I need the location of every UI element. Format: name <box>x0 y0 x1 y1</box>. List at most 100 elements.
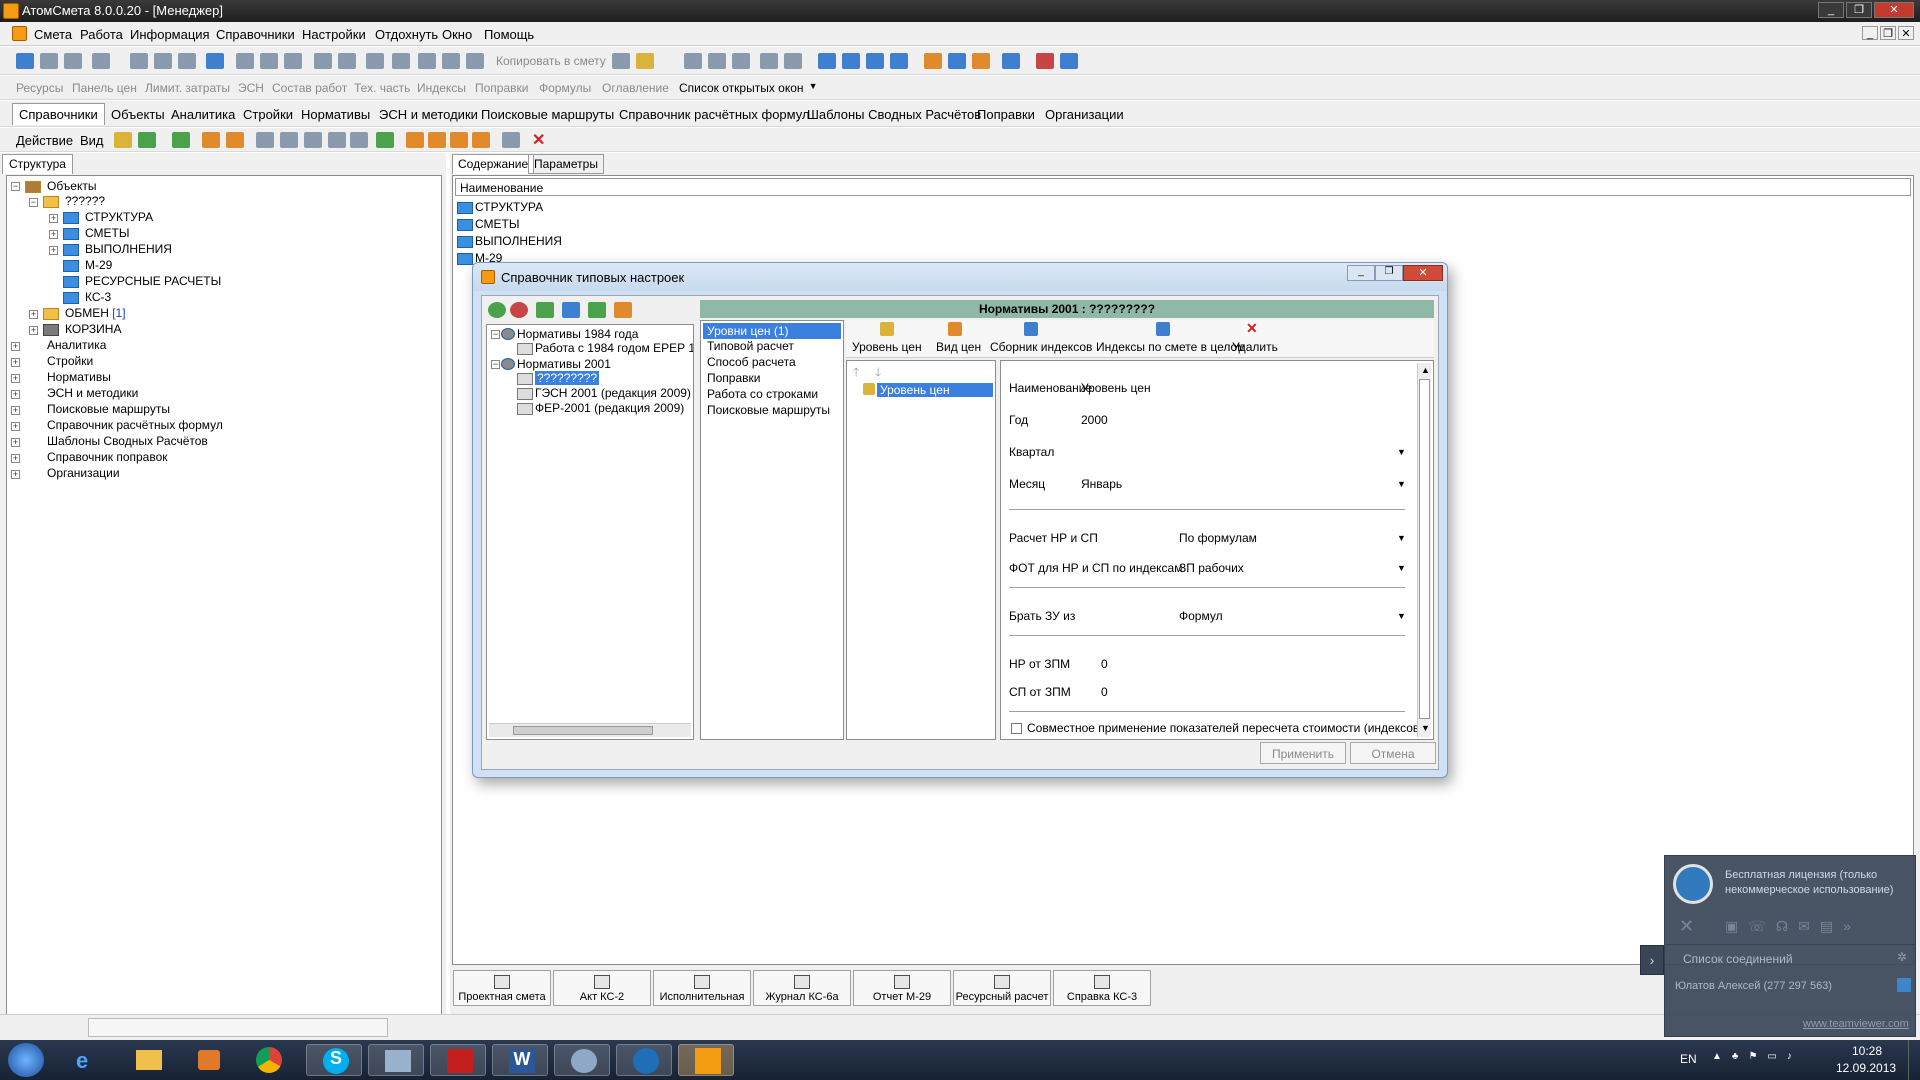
expand-icon[interactable]: + <box>11 342 20 351</box>
btn-panel-tsen[interactable]: Панель цен <box>72 81 137 95</box>
show-desktop-button[interactable] <box>1908 1040 1920 1080</box>
expand-icon[interactable]: + <box>29 326 38 335</box>
mdi-close-button[interactable]: ✕ <box>1898 26 1914 40</box>
tab-analitika[interactable]: Аналитика <box>164 103 242 125</box>
car-icon[interactable] <box>1002 53 1020 69</box>
category-popravki[interactable]: Поправки <box>707 371 760 385</box>
expand-icon[interactable]: + <box>49 230 58 239</box>
pc2-icon[interactable] <box>280 132 298 148</box>
list-item[interactable]: СМЕТЫ <box>475 217 519 231</box>
close-button[interactable]: ✕ <box>1874 2 1914 18</box>
edit-icon[interactable] <box>366 53 384 69</box>
tree-resursnye[interactable]: РЕСУРСНЫЕ РАСЧЕТЫ <box>85 274 221 288</box>
undo-icon[interactable] <box>178 53 196 69</box>
list-item[interactable]: СТРУКТУРА <box>475 200 543 214</box>
arrow-down-icon[interactable] <box>350 132 368 148</box>
close-icon[interactable]: ✕ <box>1679 916 1694 937</box>
btn-oglavlenie[interactable]: Оглавление <box>602 81 669 95</box>
tree-stroyki[interactable]: Стройки <box>47 354 93 368</box>
tree-normativy-2001[interactable]: Нормативы 2001 <box>517 357 611 371</box>
menu-nastroyki[interactable]: Настройки <box>302 27 366 42</box>
index-collection-button[interactable]: Сборник индексов <box>990 340 1092 354</box>
tree-fer[interactable]: ФЕР-2001 (редакция 2009) <box>535 401 684 415</box>
btn-formuly[interactable]: Формулы <box>539 81 591 95</box>
scroll-down-icon[interactable]: ▼ <box>1421 723 1430 733</box>
tree-objects[interactable]: Объекты <box>47 179 97 193</box>
collapse-icon[interactable]: − <box>491 330 500 339</box>
teamviewer-task-icon[interactable] <box>616 1044 672 1076</box>
expand-icon[interactable]: + <box>49 246 58 255</box>
tree-korzina[interactable]: КОРЗИНА <box>65 322 121 336</box>
prop-month-value[interactable]: Январь <box>1081 477 1122 491</box>
books-icon[interactable] <box>1060 53 1078 69</box>
skype-icon[interactable]: S <box>306 1044 362 1076</box>
funnel-icon[interactable] <box>760 53 778 69</box>
expand-icon[interactable]: + <box>11 454 20 463</box>
collapse-icon[interactable]: − <box>29 198 38 207</box>
indent-icon[interactable] <box>818 53 836 69</box>
duplicate-icon[interactable] <box>284 53 302 69</box>
ks3-icon[interactable] <box>472 132 490 148</box>
grid-icon[interactable] <box>64 53 82 69</box>
action-menu[interactable]: Действие <box>16 133 73 148</box>
tree-rabota-1984[interactable]: Работа с 1984 годом ЕРЕР 1 р <box>535 341 693 355</box>
menu-okno[interactable]: Окно <box>442 27 472 42</box>
tree-organizatsii[interactable]: Организации <box>47 466 120 480</box>
mdi-restore-button[interactable]: ❐ <box>1880 26 1896 40</box>
menu-rabota[interactable]: Работа <box>80 27 123 42</box>
hat-icon[interactable] <box>972 53 990 69</box>
refresh-tree-icon[interactable] <box>172 132 190 148</box>
cancel-button[interactable]: Отмена <box>1350 742 1436 764</box>
window-icon[interactable] <box>502 132 520 148</box>
import-icon[interactable] <box>206 53 224 69</box>
expand-icon[interactable]: + <box>11 422 20 431</box>
tab-obekty[interactable]: Объекты <box>104 103 172 125</box>
category-poisk[interactable]: Поисковые маршруты <box>707 403 830 417</box>
open-windows-dropdown[interactable]: Список открытых окон ▼ <box>679 81 818 95</box>
chevron-down-icon[interactable]: ▼ <box>1397 611 1406 621</box>
truck-icon[interactable] <box>948 53 966 69</box>
org-icon[interactable] <box>202 132 220 148</box>
btn-tekh-chast[interactable]: Тех. часть <box>354 81 410 95</box>
tab-shablony[interactable]: Шаблоны Сводных Расчётов <box>800 103 988 125</box>
bottom-tab-proektnaya[interactable]: Проектная смета <box>453 970 551 1006</box>
tree-object-unnamed[interactable]: ?????? <box>65 194 105 208</box>
calc2-icon[interactable] <box>442 53 460 69</box>
ks-icon[interactable] <box>406 132 424 148</box>
folder-new-icon[interactable] <box>138 132 156 148</box>
tab-normativy[interactable]: Нормативы <box>294 103 377 125</box>
column-header[interactable]: Наименование <box>455 178 1911 196</box>
expand-icon[interactable]: + <box>11 406 20 415</box>
menu-informatsiya[interactable]: Информация <box>130 27 210 42</box>
bottom-tab-zhurnal[interactable]: Журнал КС-6а <box>753 970 851 1006</box>
teamviewer-expand-button[interactable]: › <box>1640 945 1664 975</box>
tree-popravki[interactable]: Справочник поправок <box>47 450 168 464</box>
scrollbar-thumb[interactable] <box>513 726 653 735</box>
bottom-tab-m29[interactable]: Отчет М-29 <box>853 970 951 1006</box>
dialog-close-button[interactable]: ✕ <box>1403 265 1443 281</box>
arrow-up-icon[interactable] <box>328 132 346 148</box>
hc-icon[interactable] <box>256 132 274 148</box>
chevron-down-icon[interactable]: ▼ <box>1397 563 1406 573</box>
gear-icon[interactable]: ✲ <box>1897 950 1907 964</box>
connections-list-label[interactable]: Список соединений <box>1683 952 1793 966</box>
btn-sostav-rabot[interactable]: Состав работ <box>272 81 347 95</box>
tab-popravki[interactable]: Поправки <box>970 103 1042 125</box>
prop-nrsp-value[interactable]: По формулам <box>1179 531 1257 545</box>
m29-icon[interactable] <box>428 132 446 148</box>
dialog-maximize-button[interactable]: ❐ <box>1375 265 1403 281</box>
tree-normativy[interactable]: Нормативы <box>47 370 111 384</box>
mdi-minimize-button[interactable]: _ <box>1862 26 1878 40</box>
monitor-icon[interactable] <box>562 302 580 318</box>
new-icon[interactable] <box>16 53 34 69</box>
expand-icon[interactable]: + <box>49 214 58 223</box>
category-sposob[interactable]: Способ расчета <box>707 355 796 369</box>
list2-icon[interactable] <box>890 53 908 69</box>
language-indicator[interactable]: EN <box>1680 1052 1697 1066</box>
media-player-icon[interactable] <box>180 1044 236 1076</box>
prop-zu-value[interactable]: Формул <box>1179 609 1223 623</box>
view-menu[interactable]: Вид <box>80 133 104 148</box>
tab-stroyki[interactable]: Стройки <box>236 103 300 125</box>
prop-sp-value[interactable]: 0 <box>1101 685 1108 699</box>
apply-button[interactable]: Применить <box>1260 742 1346 764</box>
